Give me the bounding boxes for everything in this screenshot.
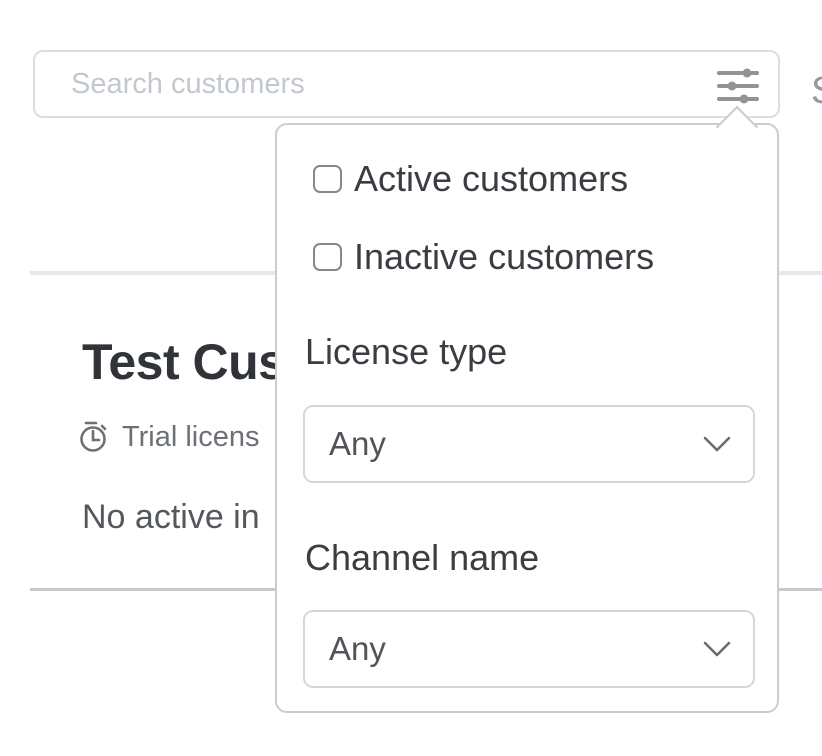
filter-option-active-customers[interactable]: Active customers [313, 161, 628, 197]
chevron-down-icon [703, 641, 731, 658]
license-type-select-value: Any [305, 425, 703, 463]
chevron-down-icon [703, 436, 731, 453]
sliders-icon [717, 65, 759, 107]
filter-button[interactable] [714, 62, 762, 110]
license-badge: Trial licens [78, 420, 260, 454]
customer-name-heading: Test Cust [82, 333, 302, 391]
search-input[interactable] [35, 52, 778, 116]
channel-name-select-value: Any [305, 630, 703, 668]
checkbox-label: Active customers [354, 161, 628, 197]
channel-name-select[interactable]: Any [303, 610, 755, 688]
customer-status-text: No active in [82, 498, 260, 537]
checkbox-label: Inactive customers [354, 239, 654, 275]
license-badge-label: Trial licens [122, 421, 260, 454]
search-bar [33, 50, 780, 118]
active-customers-checkbox[interactable] [313, 165, 342, 193]
timer-icon [78, 420, 110, 454]
license-type-label: License type [305, 331, 507, 373]
clipped-right-text[interactable]: S [811, 70, 822, 113]
inactive-customers-checkbox[interactable] [313, 243, 342, 271]
license-type-select[interactable]: Any [303, 405, 755, 483]
filter-popover: Active customers Inactive customers Lice… [275, 123, 779, 713]
filter-option-inactive-customers[interactable]: Inactive customers [313, 239, 654, 275]
channel-name-label: Channel name [305, 537, 539, 579]
